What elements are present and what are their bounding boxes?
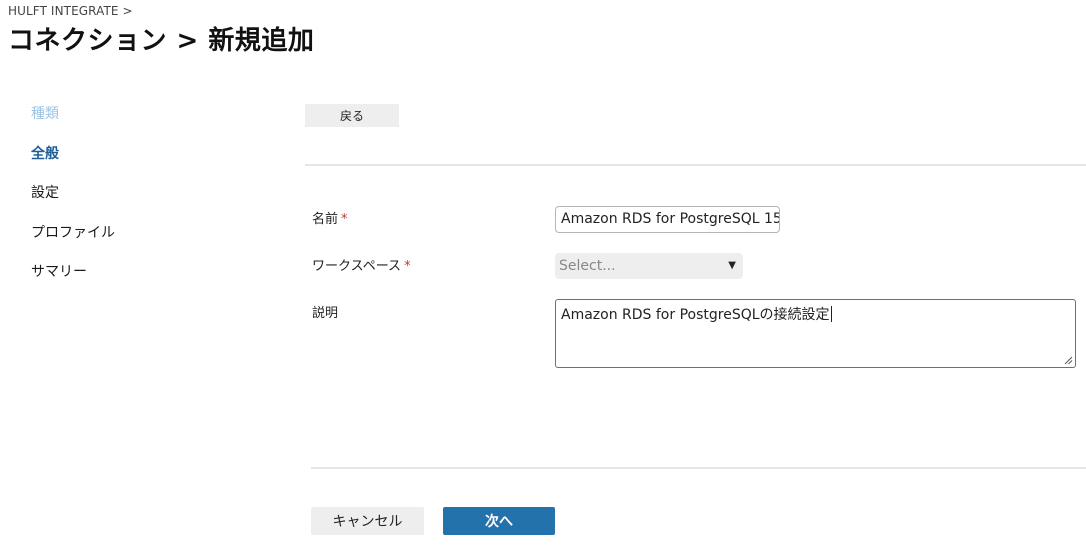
required-mark: * bbox=[341, 212, 348, 227]
description-textarea[interactable]: Amazon RDS for PostgreSQLの接続設定 bbox=[555, 299, 1076, 368]
name-input[interactable]: Amazon RDS for PostgreSQL 15 bbox=[555, 206, 780, 233]
divider-bottom bbox=[311, 467, 1086, 469]
back-button[interactable]: 戻る bbox=[305, 104, 399, 127]
cancel-button[interactable]: キャンセル bbox=[311, 507, 424, 535]
chevron-down-icon: ▼ bbox=[728, 260, 736, 271]
workspace-label-text: ワークスペース bbox=[312, 259, 402, 274]
workspace-select[interactable]: Select... ▼ bbox=[555, 253, 743, 279]
text-cursor bbox=[830, 306, 832, 322]
resize-handle-icon[interactable] bbox=[1063, 355, 1073, 365]
workspace-select-value: Select... bbox=[559, 258, 616, 274]
divider-top bbox=[305, 164, 1086, 166]
step-settings: 設定 bbox=[31, 185, 59, 201]
workspace-label: ワークスペース * bbox=[312, 255, 411, 274]
step-type[interactable]: 種類 bbox=[31, 104, 231, 144]
breadcrumb[interactable]: HULFT INTEGRATE > bbox=[8, 4, 133, 18]
name-label: 名前 * bbox=[312, 208, 348, 227]
required-mark: * bbox=[404, 259, 411, 274]
description-value: Amazon RDS for PostgreSQLの接続設定 bbox=[561, 307, 830, 323]
name-label-text: 名前 bbox=[312, 212, 339, 227]
page-title: コネクション > 新規追加 bbox=[8, 26, 315, 56]
name-input-value: Amazon RDS for PostgreSQL 15 bbox=[561, 211, 780, 227]
step-summary: サマリー bbox=[31, 264, 87, 280]
step-general[interactable]: 全般 bbox=[31, 144, 231, 184]
wizard-steps: 種類 全般 設定 プロファイル サマリー bbox=[31, 104, 231, 302]
next-button[interactable]: 次へ bbox=[443, 507, 555, 535]
description-label: 説明 bbox=[312, 306, 339, 321]
step-profile: プロファイル bbox=[31, 224, 115, 241]
